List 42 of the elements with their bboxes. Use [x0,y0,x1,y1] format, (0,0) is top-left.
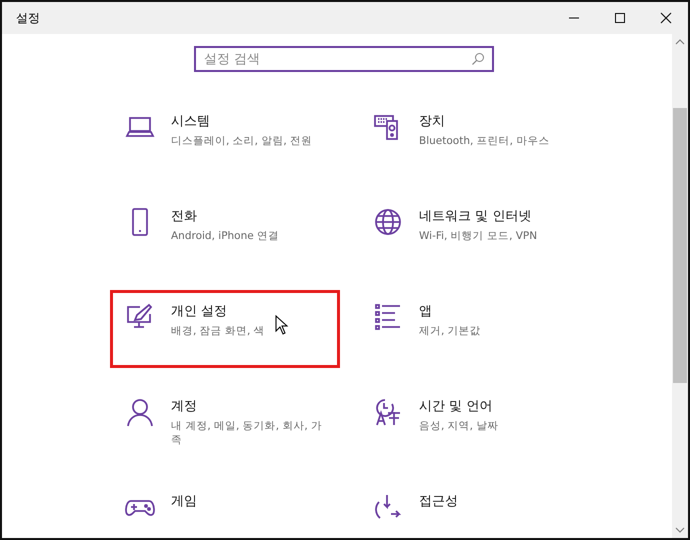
category-title: 시스템 [171,113,210,130]
maximize-icon[interactable] [614,12,626,24]
category-title: 접근성 [419,493,458,510]
category-description: 디스플레이, 소리, 알림, 전원 [171,134,312,148]
search-field[interactable]: 설정 검색 [194,46,494,72]
category-title: 개인 설정 [171,303,228,320]
category-title: 전화 [171,208,197,225]
category-description: Bluetooth, 프린터, 마우스 [419,134,550,148]
search-icon [471,52,485,66]
category-description: 제거, 기본값 [419,324,481,338]
window-title: 설정 [15,10,40,26]
category-description: 내 계정, 메일, 동기화, 회사, 가족 [171,419,324,447]
category-title: 네트워크 및 인터넷 [419,208,532,225]
category-description: 배경, 잠금 화면, 색 [171,324,265,338]
mouse-cursor-icon [275,315,289,335]
category-title: 시간 및 언어 [419,398,492,415]
settings-category[interactable]: 게임 [110,480,340,538]
scrollbar-thumb[interactable] [673,108,687,383]
scroll-up-icon[interactable] [675,38,685,46]
category-title: 장치 [419,113,445,130]
category-description: Android, iPhone 연결 [171,229,280,243]
settings-category[interactable]: 장치 Bluetooth, 프린터, 마우스 [358,100,588,178]
category-description: Wi-Fi, 비행기 모드, VPN [419,229,538,243]
list-icon [373,302,403,332]
settings-category[interactable]: 시간 및 언어 음성, 지역, 날짜 [358,385,588,463]
settings-category[interactable]: 계정 내 계정, 메일, 동기화, 회사, 가족 [110,385,340,463]
person-icon [125,397,155,427]
globe-icon [373,207,403,237]
settings-category[interactable]: 개인 설정 배경, 잠금 화면, 색 [110,290,340,368]
category-title: 앱 [419,303,432,320]
category-title: 계정 [171,398,197,415]
category-description: 음성, 지역, 날짜 [419,419,498,433]
scroll-down-icon[interactable] [675,526,685,534]
settings-category[interactable]: 전화 Android, iPhone 연결 [110,195,340,273]
scrollbar[interactable] [672,34,688,538]
close-icon[interactable] [660,12,672,24]
clock-language-icon [373,397,403,427]
settings-category[interactable]: 시스템 디스플레이, 소리, 알림, 전원 [110,100,340,178]
settings-category[interactable]: 네트워크 및 인터넷 Wi-Fi, 비행기 모드, VPN [358,195,588,273]
settings-category[interactable]: 앱 제거, 기본값 [358,290,588,368]
category-title: 게임 [171,493,197,510]
settings-category[interactable]: 접근성 [358,480,588,538]
